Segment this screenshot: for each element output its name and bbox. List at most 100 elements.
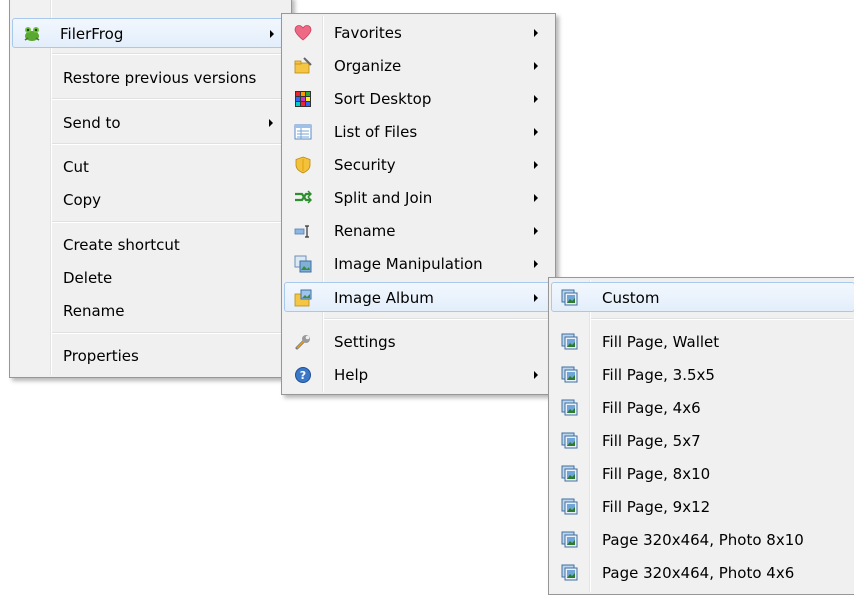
filerfrog-submenu: Favorites Organize Sort Desktop List of … [281, 13, 556, 395]
menu-item-label: Fill Page, 9x12 [602, 498, 711, 516]
menu-item-label: Rename [334, 222, 396, 240]
submenu-arrow-icon [534, 128, 538, 136]
menu-separator [591, 318, 853, 320]
submenu-arrow-icon [534, 95, 538, 103]
photo-stack-icon [561, 333, 579, 351]
svg-text:?: ? [300, 369, 306, 382]
shield-icon [294, 156, 312, 174]
menu-item-label: Settings [334, 333, 396, 351]
menu-item-custom[interactable]: Custom [551, 282, 854, 312]
menu-item-label: Copy [63, 191, 102, 209]
menu-item-list-of-files[interactable]: List of Files [284, 117, 553, 147]
menu-item-label: Create shortcut [63, 236, 180, 254]
menu-item-create-shortcut[interactable]: Create shortcut [12, 230, 289, 260]
menu-item-label: Page 320x464, Photo 8x10 [602, 531, 804, 549]
menu-item-restore-previous-versions[interactable]: Restore previous versions [12, 63, 289, 93]
submenu-arrow-icon [534, 194, 538, 202]
menu-item-label: Custom [602, 289, 660, 307]
menu-item-label: Fill Page, Wallet [602, 333, 720, 351]
menu-item-split-and-join[interactable]: Split and Join [284, 183, 553, 213]
menu-item-fill-page-3-5x5[interactable]: Fill Page, 3.5x5 [551, 360, 854, 390]
menu-item-label: Split and Join [334, 189, 433, 207]
photo-stack-icon [561, 498, 579, 516]
menu-item-fill-page-4x6[interactable]: Fill Page, 4x6 [551, 393, 854, 423]
menu-item-fill-page-5x7[interactable]: Fill Page, 5x7 [551, 426, 854, 456]
wrench-icon [294, 333, 312, 351]
menu-item-label: Image Manipulation [334, 255, 483, 273]
menu-separator [52, 221, 287, 223]
menu-item-settings[interactable]: Settings [284, 327, 553, 357]
menu-item-cut[interactable]: Cut [12, 152, 289, 182]
menu-item-properties[interactable]: Properties [12, 341, 289, 371]
menu-item-image-album[interactable]: Image Album [284, 282, 553, 312]
menu-item-organize[interactable]: Organize [284, 51, 553, 81]
menu-item-help[interactable]: ? Help [284, 360, 553, 390]
submenu-arrow-icon [534, 62, 538, 70]
menu-item-sort-desktop[interactable]: Sort Desktop [284, 84, 553, 114]
menu-item-security[interactable]: Security [284, 150, 553, 180]
menu-item-label: Page 320x464, Photo 4x6 [602, 564, 795, 582]
menu-item-label: Delete [63, 269, 113, 287]
submenu-arrow-icon [534, 260, 538, 268]
menu-item-copy[interactable]: Copy [12, 185, 289, 215]
menu-item-label: Sort Desktop [334, 90, 432, 108]
submenu-arrow-icon [270, 30, 274, 38]
rename-icon [294, 222, 312, 240]
submenu-arrow-icon [534, 371, 538, 379]
menu-item-label: Help [334, 366, 369, 384]
photo-stack-icon [561, 366, 579, 384]
image-album-submenu: Custom Fill Page, Wallet Fill Page, 3.5x… [548, 277, 854, 595]
submenu-arrow-icon [534, 227, 538, 235]
menu-separator [324, 318, 551, 320]
menu-item-send-to[interactable]: Send to [12, 108, 289, 138]
photo-stack-icon [561, 399, 579, 417]
menu-item-fill-page-9x12[interactable]: Fill Page, 9x12 [551, 492, 854, 522]
image-manipulation-icon [294, 255, 312, 273]
photo-stack-icon [561, 564, 579, 582]
split-join-icon [294, 189, 312, 207]
help-icon: ? [294, 366, 312, 384]
sort-desktop-icon [294, 90, 312, 108]
menu-item-favorites[interactable]: Favorites [284, 18, 553, 48]
submenu-arrow-icon [534, 294, 538, 302]
menu-item-label: Organize [334, 57, 402, 75]
menu-separator [52, 332, 287, 334]
menu-item-page-320x464-photo-4x6[interactable]: Page 320x464, Photo 4x6 [551, 558, 854, 588]
menu-item-label: Favorites [334, 24, 402, 42]
menu-separator [52, 98, 287, 100]
menu-item-label: Fill Page, 8x10 [602, 465, 711, 483]
menu-item-label: Fill Page, 4x6 [602, 399, 701, 417]
organize-folder-icon [294, 57, 312, 75]
menu-item-label: Properties [63, 347, 139, 365]
menu-item-fill-page-8x10[interactable]: Fill Page, 8x10 [551, 459, 854, 489]
menu-item-label: Rename [63, 302, 125, 320]
photo-stack-icon [561, 289, 579, 307]
menu-item-filerfrog[interactable]: FilerFrog [12, 18, 289, 48]
menu-item-fill-page-wallet[interactable]: Fill Page, Wallet [551, 327, 854, 357]
menu-item-rename[interactable]: Rename [284, 216, 553, 246]
menu-item-label: Image Album [334, 289, 434, 307]
photo-stack-icon [561, 465, 579, 483]
menu-item-page-320x464-photo-8x10[interactable]: Page 320x464, Photo 8x10 [551, 525, 854, 555]
menu-separator [52, 53, 287, 55]
frog-icon [23, 25, 41, 43]
menu-item-label: Fill Page, 3.5x5 [602, 366, 715, 384]
list-icon [294, 123, 312, 141]
photo-stack-icon [561, 531, 579, 549]
menu-item-label: Restore previous versions [63, 69, 257, 87]
menu-item-label: Send to [63, 114, 121, 132]
submenu-arrow-icon [534, 29, 538, 37]
menu-item-label: Security [334, 156, 396, 174]
menu-item-rename[interactable]: Rename [12, 296, 289, 326]
image-album-icon [294, 289, 312, 307]
photo-stack-icon [561, 432, 579, 450]
menu-item-delete[interactable]: Delete [12, 263, 289, 293]
menu-item-label: Fill Page, 5x7 [602, 432, 701, 450]
menu-item-label: FilerFrog [60, 25, 124, 43]
menu-item-label: List of Files [334, 123, 418, 141]
submenu-arrow-icon [534, 161, 538, 169]
menu-item-image-manipulation[interactable]: Image Manipulation [284, 249, 553, 279]
menu-item-label: Cut [63, 158, 89, 176]
menu-separator [52, 143, 287, 145]
heart-icon [294, 24, 312, 42]
